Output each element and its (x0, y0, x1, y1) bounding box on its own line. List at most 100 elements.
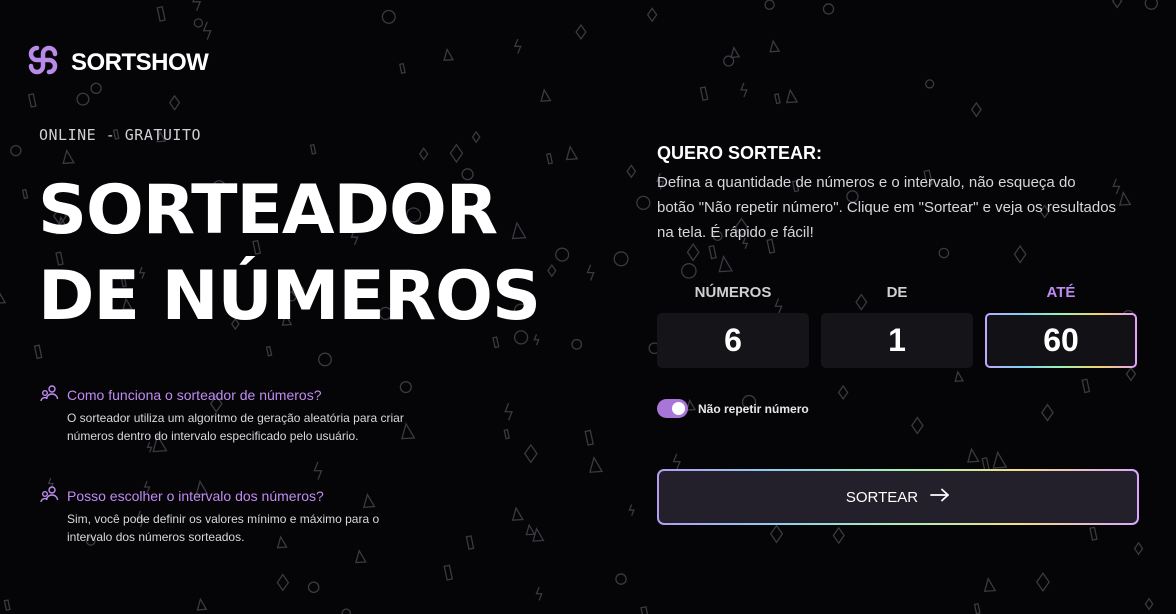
background-shape (196, 597, 208, 611)
background-shape (1041, 403, 1054, 422)
background-shape (1036, 572, 1050, 592)
background-shape (399, 62, 406, 75)
background-shape (686, 242, 700, 262)
background-shape (837, 384, 849, 401)
background-shape (545, 152, 554, 165)
faq-item: Como funciona o sorteador de números? O … (40, 384, 440, 445)
background-shape (832, 526, 845, 545)
faq-answer-line: Sim, você pode definir os valores mínimo… (67, 512, 380, 526)
field-min: DE 1 (821, 284, 973, 368)
background-shape (504, 402, 513, 421)
background-shape (27, 93, 37, 108)
background-shape (967, 447, 980, 463)
background-shape (628, 504, 635, 516)
faq-question: Como funciona o sorteador de números? (67, 386, 322, 403)
background-shape (646, 7, 658, 23)
background-shape (785, 88, 799, 104)
background-shape (1133, 541, 1144, 556)
background-shape (740, 82, 748, 98)
draw-button[interactable]: SORTEAR (657, 469, 1139, 525)
background-shape (586, 264, 595, 281)
faq-item: Posso escolher o intervalo dos números? … (40, 485, 440, 546)
background-shape (76, 92, 90, 106)
logo-text: SORTSHOW (71, 48, 209, 76)
background-shape (90, 82, 102, 95)
background-shape (523, 443, 538, 464)
no-repeat-row: Não repetir número (657, 399, 809, 418)
background-shape (764, 0, 775, 10)
background-shape (156, 5, 166, 22)
background-shape (513, 38, 522, 54)
background-shape (584, 429, 594, 446)
background-shape (575, 23, 587, 41)
people-icon (40, 485, 59, 506)
range-fields: NÚMEROS 6 DE 1 ATÉ 60 (657, 284, 1137, 368)
background-shape (555, 247, 570, 262)
hero-eyebrow: ONLINE - GRATUITO (39, 126, 202, 144)
background-shape (822, 3, 835, 15)
background-shape (471, 130, 481, 144)
background-shape (418, 147, 429, 161)
field-max: ATÉ 60 (985, 284, 1137, 368)
draw-button-label: SORTEAR (845, 488, 919, 506)
background-shape (192, 0, 202, 12)
background-shape (718, 254, 734, 273)
background-shape (615, 573, 627, 585)
no-repeat-label: Não repetir número (698, 401, 809, 416)
field-quantity: NÚMEROS 6 (657, 284, 809, 368)
no-repeat-toggle[interactable] (657, 399, 688, 418)
background-shape (769, 39, 781, 53)
background-shape (443, 564, 454, 581)
background-shape (565, 145, 579, 161)
background-shape (443, 47, 455, 62)
background-shape (589, 456, 604, 473)
background-shape (0, 292, 7, 304)
background-shape (511, 506, 524, 521)
background-shape (1112, 0, 1123, 9)
field-min-label: DE (886, 284, 908, 301)
form-title: QUERO SORTEAR: (657, 143, 823, 163)
background-shape (449, 143, 464, 164)
background-shape (503, 428, 510, 440)
background-shape (318, 352, 332, 367)
page-title-line-2: DE NÚMEROS (38, 257, 541, 336)
background-shape (3, 599, 11, 611)
background-shape (640, 606, 650, 614)
faq-question: Posso escolher o intervalo dos números? (67, 487, 324, 504)
page-title-line-1: SORTEADOR (38, 171, 498, 250)
background-shape (525, 523, 536, 536)
background-shape (1144, 0, 1159, 10)
background-shape (62, 148, 75, 165)
background-shape (681, 263, 697, 279)
background-shape (381, 9, 396, 24)
background-shape (730, 45, 741, 59)
logo[interactable]: SORTSHOW (25, 42, 209, 83)
people-icon (40, 384, 59, 405)
background-shape (193, 18, 204, 28)
background-shape (307, 581, 320, 594)
background-shape (202, 21, 212, 40)
background-shape (938, 247, 950, 259)
background-shape (1144, 597, 1154, 611)
background-shape (341, 608, 352, 614)
background-shape (1125, 366, 1137, 382)
background-shape (168, 94, 181, 111)
max-input[interactable]: 60 (985, 313, 1137, 368)
faq-answer-line: intervalo dos números sorteados. (67, 530, 245, 544)
toggle-knob (672, 402, 685, 415)
sortshow-logo-icon (25, 42, 61, 83)
background-shape (540, 88, 552, 102)
faq-answer-line: O sorteador utiliza um algoritmo de gera… (67, 411, 404, 425)
quantity-input[interactable]: 6 (657, 313, 809, 368)
background-shape (774, 93, 781, 105)
background-shape (265, 345, 273, 357)
background-shape (1013, 245, 1027, 264)
background-shape (547, 263, 557, 278)
background-shape (355, 549, 367, 564)
background-shape (983, 577, 997, 593)
background-shape (708, 244, 717, 260)
background-shape (613, 251, 629, 267)
background-shape (571, 338, 583, 350)
field-max-label: ATÉ (1046, 284, 1076, 301)
min-input[interactable]: 1 (821, 313, 973, 368)
